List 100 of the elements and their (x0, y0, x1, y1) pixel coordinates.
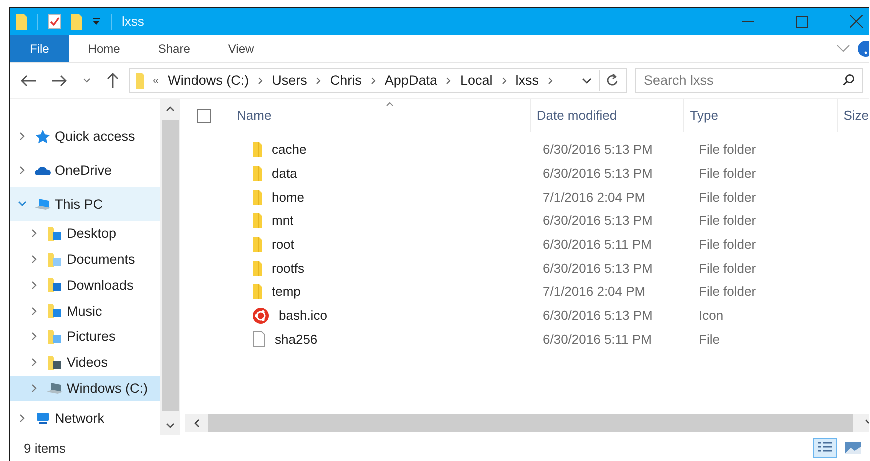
collapsed-chevron-icon[interactable] (30, 306, 39, 316)
chevron-icon[interactable] (548, 76, 553, 84)
nav-item[interactable]: Documents (10, 246, 160, 272)
date-modified: 6/30/2016 5:13 PM (543, 166, 653, 182)
dropdown-icon[interactable] (582, 78, 592, 84)
date-modified: 7/1/2016 2:04 PM (543, 284, 646, 300)
nav-item[interactable]: Music (10, 298, 160, 324)
search-icon[interactable] (843, 74, 855, 86)
nav-item[interactable]: OneDrive (10, 154, 160, 188)
nav-item[interactable]: Videos (10, 350, 160, 376)
chevron-icon[interactable] (502, 76, 507, 84)
chevron-icon[interactable] (446, 76, 452, 84)
breadcrumb[interactable]: AppData (384, 73, 438, 88)
nav-item[interactable]: Pictures (10, 324, 160, 350)
landscape-thumbnail-icon (845, 442, 861, 454)
file-name[interactable]: rootfs (272, 260, 305, 276)
recent-locations-icon[interactable] (83, 78, 91, 83)
window-title: lxss (122, 14, 144, 29)
file-name[interactable]: sha256 (275, 332, 318, 347)
breadcrumb[interactable]: Chris (330, 73, 362, 88)
breadcrumb[interactable]: Users (272, 73, 308, 88)
file-type: File (699, 332, 720, 347)
column-header[interactable]: Size (844, 108, 869, 123)
folder-icon (253, 260, 262, 276)
folder-icon (253, 142, 262, 158)
collapsed-chevron-icon[interactable] (18, 166, 27, 175)
scroll-up-icon[interactable] (166, 106, 174, 112)
breadcrumb[interactable]: Windows (C:) (168, 73, 250, 88)
nav-item[interactable]: Downloads (10, 272, 160, 298)
file-name[interactable]: temp (272, 284, 301, 300)
network-icon (35, 411, 51, 426)
folder-icon (253, 190, 262, 205)
breadcrumb[interactable]: Local (460, 73, 493, 88)
file-name[interactable]: root (272, 237, 294, 252)
file-type: Icon (699, 308, 724, 324)
back-arrow-icon[interactable] (21, 74, 36, 86)
maximize-icon[interactable] (796, 16, 808, 28)
chevron-icon[interactable] (258, 76, 264, 84)
file-tab[interactable]: File (10, 35, 70, 62)
collapsed-chevron-icon[interactable] (30, 358, 39, 368)
file-name[interactable]: home (272, 190, 305, 205)
horizontal-scrollbar[interactable] (185, 414, 869, 432)
nav-item[interactable]: Windows (C:) (10, 376, 160, 402)
forward-arrow-icon[interactable] (52, 74, 67, 86)
folder-icon (47, 304, 63, 318)
file-name[interactable]: mnt (272, 213, 294, 228)
date-modified: 7/1/2016 2:04 PM (543, 190, 646, 205)
folder-icon (47, 252, 63, 267)
collapsed-chevron-icon[interactable] (30, 280, 39, 290)
file-name[interactable]: cache (272, 142, 307, 158)
column-header[interactable]: Date modified (536, 108, 618, 123)
scroll-down-icon[interactable] (166, 423, 174, 429)
chevron-icon[interactable] (370, 76, 376, 84)
expand-ribbon-icon[interactable] (837, 44, 850, 52)
up-arrow-icon[interactable] (107, 73, 119, 88)
collapsed-chevron-icon[interactable] (30, 229, 39, 238)
file-type: File folder (699, 237, 756, 252)
folder-icon (253, 237, 262, 252)
date-modified: 6/30/2016 5:11 PM (543, 332, 652, 347)
properties-icon[interactable] (48, 14, 61, 29)
close-icon[interactable] (850, 15, 863, 28)
collapsed-chevron-icon[interactable] (30, 384, 39, 393)
column-header[interactable]: Name (237, 108, 272, 123)
column-header[interactable]: Type (690, 108, 718, 123)
details-view-button[interactable] (813, 438, 837, 458)
folder-icon (253, 213, 262, 228)
address-field[interactable]: « Windows (C:) Users Chris AppData Local lxss (129, 68, 627, 93)
folder-icon (253, 284, 262, 300)
refresh-icon[interactable] (607, 74, 619, 87)
vertical-scrollbar[interactable] (160, 99, 180, 435)
folder-icon (136, 72, 144, 88)
overflow-chevron[interactable]: « (153, 74, 160, 86)
nav-item[interactable]: Network (10, 401, 160, 435)
select-all-checkbox[interactable] (197, 108, 211, 122)
date-modified: 6/30/2016 5:11 PM (543, 237, 652, 252)
breadcrumb[interactable]: lxss (516, 73, 539, 88)
search-field[interactable]: Search lxss (635, 68, 863, 93)
dropdown-icon[interactable] (92, 18, 101, 26)
file-name[interactable]: data (272, 166, 298, 182)
folder-icon (47, 330, 63, 344)
folder-icon (253, 166, 262, 182)
nav-item[interactable]: Quick access (10, 120, 160, 154)
nav-item[interactable]: This PC (10, 187, 160, 221)
scroll-left-icon[interactable] (194, 418, 200, 428)
collapsed-chevron-icon[interactable] (30, 332, 39, 342)
nav-item[interactable]: Desktop (10, 220, 160, 247)
date-modified: 6/30/2016 5:13 PM (543, 260, 653, 276)
file-type: File folder (699, 213, 756, 228)
computer-icon (35, 197, 51, 212)
file-name[interactable]: bash.ico (279, 308, 328, 324)
folder-icon (47, 226, 63, 241)
collapsed-chevron-icon[interactable] (30, 255, 39, 264)
date-modified: 6/30/2016 5:13 PM (543, 213, 653, 228)
chevron-icon[interactable] (316, 76, 322, 84)
help-icon[interactable] (858, 40, 869, 56)
collapsed-chevron-icon[interactable] (18, 414, 27, 423)
star-icon (35, 130, 51, 144)
date-modified: 6/30/2016 5:13 PM (543, 308, 653, 324)
collapsed-chevron-icon[interactable] (18, 132, 27, 142)
expanded-chevron-icon[interactable] (18, 201, 27, 208)
